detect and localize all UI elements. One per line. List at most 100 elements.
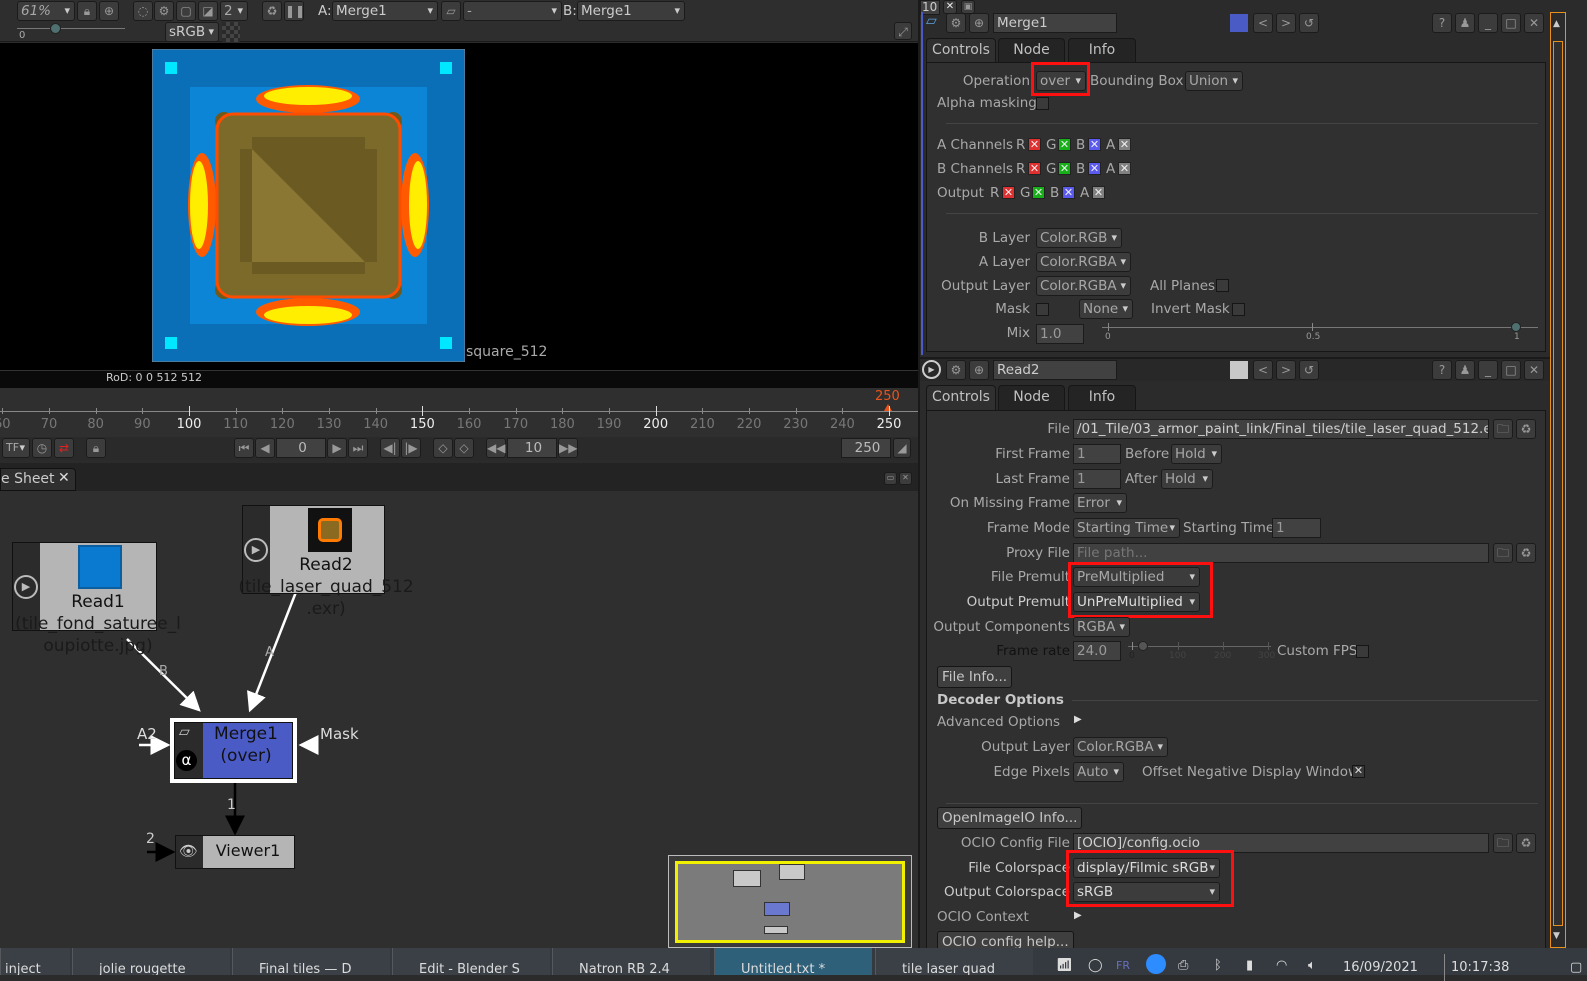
reload-icon[interactable]: ♻ xyxy=(1516,543,1536,563)
taskbar-item[interactable]: jolie rougette xyxy=(72,948,230,975)
wipe-mode-icon[interactable]: ▱ xyxy=(441,1,461,21)
play-forward-button[interactable]: |▶ xyxy=(401,438,421,458)
taskbar-item[interactable]: Final tiles — D xyxy=(232,948,390,975)
refresh-icon[interactable]: ♻ xyxy=(262,1,282,21)
node-name-input[interactable]: Merge1 xyxy=(993,13,1117,33)
reload-icon[interactable]: ♻ xyxy=(1516,419,1536,439)
end-frame-input[interactable]: 250 xyxy=(841,438,891,458)
proxy-icon[interactable]: ◪ xyxy=(198,1,218,21)
minimize-icon[interactable]: _ xyxy=(1478,13,1498,33)
a-layer-dropdown[interactable]: Color.RGBA xyxy=(1036,252,1131,272)
clock-icon[interactable]: ◷ xyxy=(32,438,52,458)
end-marker[interactable] xyxy=(884,404,892,411)
output-layer-dropdown[interactable]: Color.RGBA xyxy=(1036,276,1131,296)
close-icon[interactable]: ✕ xyxy=(58,470,70,486)
node-name-input[interactable]: Read2 xyxy=(993,360,1117,380)
layer-dropdown[interactable]: 2 xyxy=(220,1,248,21)
add-icon[interactable]: ⊕ xyxy=(99,1,119,21)
channel-r-checkbox[interactable]: ✕ xyxy=(1002,186,1015,199)
video-call-icon[interactable] xyxy=(1146,954,1166,974)
last-frame-input[interactable]: 1 xyxy=(1073,469,1121,489)
hide-icon[interactable]: ♟ xyxy=(1455,13,1475,33)
play-icon[interactable]: ▶ xyxy=(244,538,268,562)
last-frame-button[interactable]: ⏭ xyxy=(348,438,368,458)
pin-icon[interactable]: ⤢ xyxy=(894,22,912,40)
edge-pixels-dropdown[interactable]: Auto xyxy=(1073,762,1124,782)
close-pane-icon[interactable]: ✕ xyxy=(899,472,912,485)
starting-time-input[interactable]: 1 xyxy=(1272,518,1321,538)
custom-fps-checkbox[interactable] xyxy=(1356,645,1369,658)
channel-a-checkbox[interactable]: ✕ xyxy=(1092,186,1105,199)
reload-icon[interactable]: ♻ xyxy=(1516,833,1536,853)
undo-icon[interactable]: < xyxy=(1253,360,1273,380)
node-color-swatch[interactable] xyxy=(1230,14,1248,32)
date[interactable]: 16/09/2021 xyxy=(1343,954,1418,981)
decoder-output-layer-dropdown[interactable]: Color.RGBA xyxy=(1073,737,1168,757)
pause-icon[interactable]: ❚❚ xyxy=(284,1,305,21)
float-pane-icon[interactable]: ▭ xyxy=(884,472,897,485)
frame-rate-input[interactable]: 24.0 xyxy=(1073,641,1121,661)
tab-info[interactable]: Info xyxy=(1068,38,1136,63)
a-input-dropdown[interactable]: Merge1 xyxy=(332,1,438,21)
offset-negative-checkbox[interactable]: ✕ xyxy=(1352,765,1365,778)
channel-b-checkbox[interactable]: ✕ xyxy=(1062,186,1075,199)
colorspace-dropdown[interactable]: sRGB xyxy=(165,22,219,42)
taskbar-item[interactable]: inject xyxy=(0,948,70,975)
help-icon[interactable]: ? xyxy=(1432,13,1452,33)
minimize-icon[interactable]: _ xyxy=(1478,360,1498,380)
tab-controls[interactable]: Controls xyxy=(926,38,996,63)
redo-icon[interactable]: > xyxy=(1276,360,1296,380)
mask-channel-dropdown[interactable]: None xyxy=(1079,299,1133,319)
settings-icon[interactable]: ⚙ xyxy=(946,13,966,33)
bounding-box-dropdown[interactable]: Union xyxy=(1185,71,1243,91)
region-of-interest-icon[interactable]: ◌ xyxy=(133,1,153,21)
composite-operation-dropdown[interactable]: - xyxy=(463,1,562,21)
frame-rate-slider[interactable]: 0 100 200 300 xyxy=(1128,640,1275,664)
taskbar-item[interactable]: Untitled.txt * xyxy=(714,948,872,975)
mask-checkbox[interactable] xyxy=(1036,303,1049,316)
channel-g-checkbox[interactable]: ✕ xyxy=(1032,186,1045,199)
after-dropdown[interactable]: Hold xyxy=(1161,469,1213,489)
gain-slider[interactable]: 0 xyxy=(17,22,125,41)
checkerboard-icon[interactable] xyxy=(222,22,240,42)
before-dropdown[interactable]: Hold xyxy=(1171,444,1222,464)
file-info-button[interactable]: File Info... xyxy=(937,666,1013,688)
close-icon[interactable]: ✕ xyxy=(1524,13,1544,33)
folder-icon[interactable]: 🗀 xyxy=(1493,833,1513,853)
float-icon[interactable]: □ xyxy=(1501,13,1521,33)
tab-info[interactable]: Info xyxy=(1068,385,1136,410)
node-color-swatch[interactable] xyxy=(1230,361,1248,379)
tab-node[interactable]: Node xyxy=(998,385,1065,410)
prev-keyframe-button[interactable]: ◇ xyxy=(433,438,453,458)
close-icon[interactable]: ✕ xyxy=(1524,360,1544,380)
channel-a-checkbox[interactable]: ✕ xyxy=(1118,138,1131,151)
tab-controls[interactable]: Controls xyxy=(926,385,996,410)
channel-r-checkbox[interactable]: ✕ xyxy=(1028,162,1041,175)
invert-mask-checkbox[interactable] xyxy=(1232,303,1245,316)
openimageio-info-button[interactable]: OpenImageIO Info... xyxy=(937,807,1083,829)
proxy-file-input[interactable]: File path... xyxy=(1073,543,1489,563)
undo-icon[interactable]: < xyxy=(1253,13,1273,33)
output-components-dropdown[interactable]: RGBA xyxy=(1073,617,1130,637)
time[interactable]: 10:17:38 xyxy=(1444,954,1509,981)
zoom-dropdown[interactable]: 61% xyxy=(17,1,75,21)
restore-defaults-icon[interactable]: ↺ xyxy=(1299,13,1319,33)
frame-mode-dropdown[interactable]: Starting Time xyxy=(1073,518,1180,538)
taskbar-item[interactable]: tile laser quad xyxy=(875,948,1033,975)
prev-frame-button[interactable]: ◀ xyxy=(255,438,275,458)
channel-a-checkbox[interactable]: ✕ xyxy=(1118,162,1131,175)
all-planes-checkbox[interactable] xyxy=(1216,279,1229,292)
taskbar-item[interactable]: Natron RB 2.4 xyxy=(552,948,710,975)
render-settings-icon[interactable]: ⚙ xyxy=(154,1,174,21)
restore-defaults-icon[interactable]: ↺ xyxy=(1299,360,1319,380)
taskbar-item[interactable]: Edit - Blender S xyxy=(392,948,550,975)
missing-frame-dropdown[interactable]: Error xyxy=(1073,493,1127,513)
b-layer-dropdown[interactable]: Color.RGB xyxy=(1036,228,1122,248)
first-frame-button[interactable]: ⏮ xyxy=(234,438,254,458)
channel-b-checkbox[interactable]: ✕ xyxy=(1088,138,1101,151)
file-input[interactable]: /01_Tile/03_armor_paint_link/Final_tiles… xyxy=(1073,419,1489,439)
folder-icon[interactable]: 🗀 xyxy=(1493,543,1513,563)
redo-icon[interactable]: > xyxy=(1276,13,1296,33)
channel-b-checkbox[interactable]: ✕ xyxy=(1088,162,1101,175)
forward-increment-button[interactable]: ▶▶ xyxy=(558,438,578,458)
